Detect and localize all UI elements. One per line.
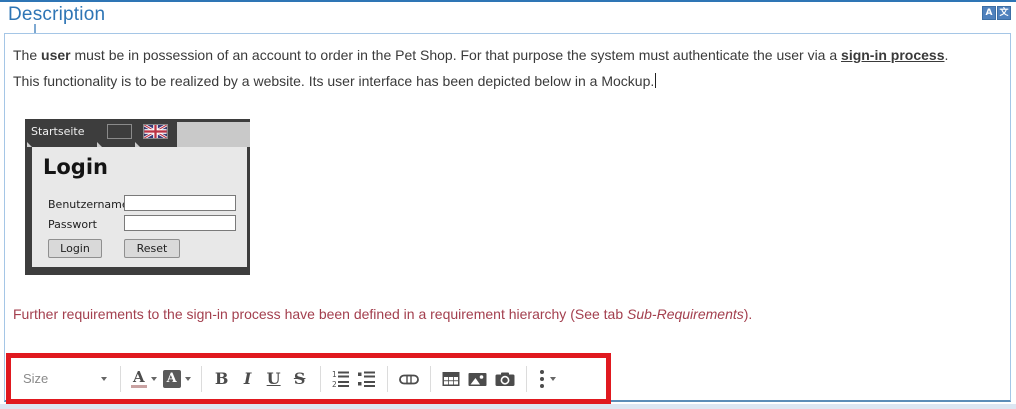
link-button[interactable]	[395, 364, 423, 394]
table-icon	[441, 369, 461, 389]
mockup-login-form: Login Benutzername Passwort Login Reset	[32, 147, 247, 267]
i-beam-cursor	[34, 24, 36, 33]
description-panel: Description A 文 The user must be in poss…	[0, 0, 1016, 409]
bold-icon: B	[215, 369, 229, 388]
translate-language-button[interactable]: 文	[997, 6, 1011, 20]
more-options-button[interactable]	[534, 364, 560, 394]
mockup-password-label: Passwort	[48, 218, 97, 231]
italic-icon: I	[244, 369, 251, 388]
paragraph-bold-underline-text: sign-in process	[841, 47, 944, 63]
annotation-highlight-box: Size A A B I U S	[6, 353, 611, 404]
toolbar-separator	[387, 366, 388, 392]
note-paragraph: Further requirements to the sign-in proc…	[13, 306, 1003, 322]
description-paragraph: The user must be in possession of an acc…	[13, 42, 1003, 94]
bold-button[interactable]: B	[209, 364, 235, 394]
uk-flag-icon	[143, 124, 168, 139]
note-italic-text: Sub-Requirements	[627, 306, 744, 322]
chevron-down-icon	[101, 377, 107, 381]
background-color-button[interactable]: A	[160, 364, 194, 394]
editor-toolbar: Size A A B I U S	[11, 358, 606, 399]
toolbar-separator	[120, 366, 121, 392]
mockup-inactive-tab-area	[177, 122, 250, 147]
paragraph-text: .	[945, 47, 949, 63]
chevron-down-icon	[550, 377, 556, 381]
underline-icon: U	[267, 369, 281, 388]
mockup-username-field	[124, 195, 236, 211]
paragraph-text: The	[13, 47, 41, 63]
image-button[interactable]	[464, 364, 491, 394]
font-size-dropdown[interactable]: Size	[17, 364, 113, 394]
font-color-button[interactable]: A	[128, 364, 160, 394]
mockup-tab-startseite: Startseite	[31, 125, 85, 138]
translate-letter-button[interactable]: A	[982, 6, 996, 20]
paragraph-bold-text: user	[41, 47, 71, 63]
mockup-login-button: Login	[48, 239, 102, 258]
toolbar-separator	[526, 366, 527, 392]
font-size-label: Size	[23, 371, 48, 386]
background-color-icon: A	[163, 370, 181, 388]
login-mockup-image[interactable]: Startseite	[25, 119, 250, 275]
top-divider	[0, 0, 1016, 2]
page-title: Description	[8, 4, 105, 26]
camera-button[interactable]	[491, 364, 519, 394]
bullet-list-button[interactable]	[354, 364, 380, 394]
italic-button[interactable]: I	[235, 364, 261, 394]
table-button[interactable]	[438, 364, 464, 394]
mockup-password-field	[124, 215, 236, 231]
toolbar-separator	[320, 366, 321, 392]
numbered-list-icon: 1 2	[331, 369, 351, 389]
underline-button[interactable]: U	[261, 364, 287, 394]
svg-text:1: 1	[332, 370, 337, 379]
image-icon	[467, 369, 488, 389]
mockup-tab-bar: Startseite	[25, 119, 250, 147]
mockup-reset-button: Reset	[124, 239, 180, 258]
toolbar-separator	[430, 366, 431, 392]
chevron-down-icon	[151, 377, 157, 381]
translate-buttons: A 文	[982, 6, 1011, 20]
note-text: Further requirements to the sign-in proc…	[13, 306, 627, 322]
numbered-list-button[interactable]: 1 2	[328, 364, 354, 394]
toolbar-separator	[201, 366, 202, 392]
page-background-strip	[0, 404, 1016, 409]
camera-icon	[494, 369, 516, 389]
more-options-icon	[538, 370, 546, 388]
svg-text:2: 2	[332, 380, 337, 389]
note-text: ).	[744, 306, 753, 322]
bullet-list-icon	[357, 369, 377, 389]
text-caret	[655, 73, 656, 88]
mockup-login-heading: Login	[43, 155, 108, 179]
link-icon	[398, 369, 420, 389]
rich-text-editor-area[interactable]: The user must be in possession of an acc…	[4, 33, 1011, 402]
strikethrough-button[interactable]: S	[287, 364, 313, 394]
german-flag-icon	[107, 124, 132, 139]
chevron-down-icon	[185, 377, 191, 381]
strikethrough-icon: S	[294, 369, 306, 388]
mockup-username-label: Benutzername	[48, 198, 129, 211]
font-color-icon: A	[131, 370, 147, 388]
paragraph-text: This functionality is to be realized by …	[13, 73, 654, 89]
paragraph-text: must be in possession of an account to o…	[71, 47, 841, 63]
